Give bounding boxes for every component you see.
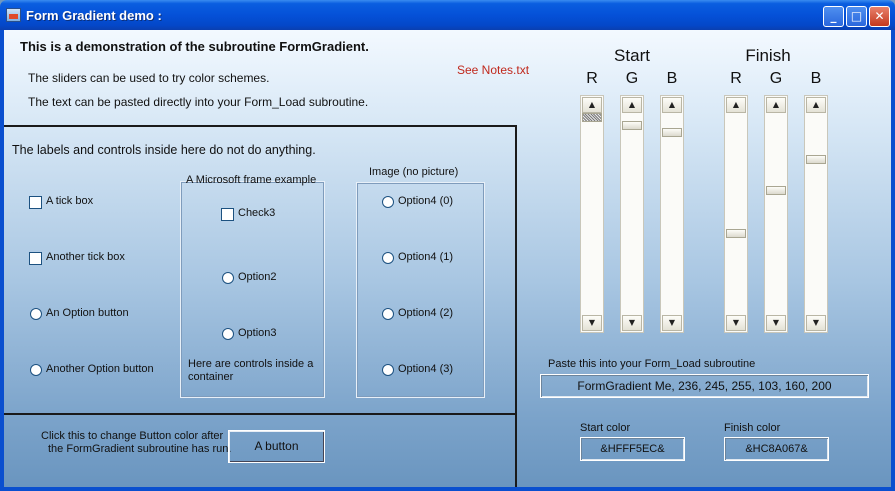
image-title: Image (no picture): [369, 166, 459, 178]
another-tick-box-checkbox[interactable]: [29, 252, 42, 265]
button-panel-caption-1: Click this to change Button color after: [41, 430, 224, 442]
start-g-scrollbar[interactable]: ▲ ▼: [620, 95, 644, 333]
start-b-label: B: [666, 70, 678, 87]
start-r-thumb[interactable]: [582, 113, 602, 122]
scroll-up-arrow-icon[interactable]: ▲: [806, 97, 826, 113]
intro-line-1: The sliders can be used to try color sch…: [28, 71, 270, 85]
tick-box-label: A tick box: [46, 195, 94, 207]
scroll-up-arrow-icon[interactable]: ▲: [662, 97, 682, 113]
scroll-down-arrow-icon[interactable]: ▼: [726, 315, 746, 331]
scroll-up-arrow-icon[interactable]: ▲: [582, 97, 602, 113]
start-header: Start: [614, 46, 650, 65]
scroll-up-arrow-icon[interactable]: ▲: [766, 97, 786, 113]
option4-1-label: Option4 (1): [398, 251, 454, 263]
start-r-scrollbar[interactable]: ▲ ▼: [580, 95, 604, 333]
option2-label: Option2: [238, 271, 277, 283]
option4-0-label: Option4 (0): [398, 195, 454, 207]
window-border-right: [891, 30, 895, 491]
finish-g-label: G: [769, 70, 783, 87]
minimize-button[interactable]: _: [823, 6, 844, 27]
another-option-button-label: Another Option button: [46, 363, 154, 375]
option4-1-radio[interactable]: [382, 252, 394, 264]
finish-r-thumb[interactable]: [726, 229, 746, 238]
option2-radio[interactable]: [222, 272, 234, 284]
scroll-down-arrow-icon[interactable]: ▼: [662, 315, 682, 331]
option4-0-radio[interactable]: [382, 196, 394, 208]
another-tick-box-label: Another tick box: [46, 251, 125, 263]
option4-2-radio[interactable]: [382, 308, 394, 320]
scroll-down-arrow-icon[interactable]: ▼: [806, 315, 826, 331]
finish-r-label: R: [730, 70, 742, 87]
start-g-thumb[interactable]: [622, 121, 642, 130]
scroll-up-arrow-icon[interactable]: ▲: [726, 97, 746, 113]
finish-header: Finish: [745, 46, 791, 65]
start-r-label: R: [586, 70, 598, 87]
scroll-down-arrow-icon[interactable]: ▼: [582, 315, 602, 331]
scroll-down-arrow-icon[interactable]: ▼: [622, 315, 642, 331]
start-color-textbox[interactable]: &HFFF5EC&: [580, 437, 685, 461]
window-title: Form Gradient demo :: [26, 8, 162, 23]
frame-note: Here are controls inside a container: [188, 358, 314, 383]
option3-label: Option3: [238, 327, 277, 339]
finish-g-thumb[interactable]: [766, 186, 786, 195]
finish-b-thumb[interactable]: [806, 155, 826, 164]
option3-radio[interactable]: [222, 328, 234, 340]
paste-label: Paste this into your Form_Load subroutin…: [548, 358, 756, 370]
a-button[interactable]: A button: [228, 430, 325, 463]
intro-heading: This is a demonstration of the subroutin…: [20, 39, 369, 54]
close-button[interactable]: ✕: [869, 6, 890, 27]
start-g-label: G: [625, 70, 639, 87]
see-notes-link[interactable]: See Notes.txt: [457, 63, 529, 77]
maximize-button[interactable]: □: [846, 6, 867, 27]
start-color-label: Start color: [580, 422, 631, 434]
finish-b-scrollbar[interactable]: ▲ ▼: [804, 95, 828, 333]
option4-2-label: Option4 (2): [398, 307, 454, 319]
check3-checkbox[interactable]: [221, 208, 234, 221]
tick-box-checkbox[interactable]: [29, 196, 42, 209]
start-b-scrollbar[interactable]: ▲ ▼: [660, 95, 684, 333]
button-panel-caption-2: the FormGradient subroutine has run.: [48, 443, 232, 455]
controls-panel-caption: The labels and controls inside here do n…: [12, 143, 316, 157]
finish-color-label: Finish color: [724, 422, 781, 434]
finish-color-textbox[interactable]: &HC8A067&: [724, 437, 829, 461]
finish-g-scrollbar[interactable]: ▲ ▼: [764, 95, 788, 333]
scroll-down-arrow-icon[interactable]: ▼: [766, 315, 786, 331]
start-b-thumb[interactable]: [662, 128, 682, 137]
intro-line-2: The text can be pasted directly into you…: [28, 95, 369, 109]
another-option-button-radio[interactable]: [30, 364, 42, 376]
option-button-radio[interactable]: [30, 308, 42, 320]
finish-b-label: B: [810, 70, 822, 87]
app-icon[interactable]: [6, 8, 21, 22]
option-button-label: An Option button: [46, 307, 129, 319]
option4-3-radio[interactable]: [382, 364, 394, 376]
code-textbox[interactable]: FormGradient Me, 236, 245, 255, 103, 160…: [540, 374, 869, 398]
title-bar[interactable]: Form Gradient demo : _ □ ✕: [0, 0, 895, 30]
check3-label: Check3: [238, 207, 276, 219]
frame-example-title: A Microsoft frame example: [186, 174, 317, 186]
option4-3-label: Option4 (3): [398, 363, 454, 375]
window-border-bottom: [0, 487, 895, 491]
scroll-up-arrow-icon[interactable]: ▲: [622, 97, 642, 113]
finish-r-scrollbar[interactable]: ▲ ▼: [724, 95, 748, 333]
